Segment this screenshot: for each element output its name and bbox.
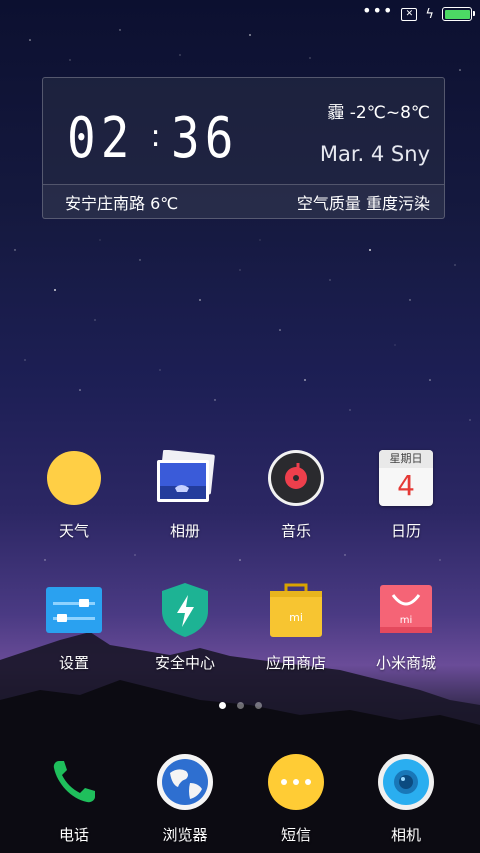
- phone-icon: [44, 752, 104, 812]
- app-music[interactable]: 音乐: [240, 448, 352, 541]
- browser-icon: [155, 752, 215, 812]
- messages-icon: [266, 752, 326, 812]
- clock-hours: 02: [67, 106, 135, 171]
- gallery-icon: [155, 448, 215, 508]
- clock-weather-widget[interactable]: 02 : 36 霾 -2℃~8℃ Mar. 4 Sny 安宁庄南路 6℃ 空气质…: [42, 77, 445, 219]
- weather-temperature[interactable]: 霾 -2℃~8℃: [327, 98, 430, 123]
- status-bar: ••• ✕ ϟ: [0, 0, 480, 28]
- mi-brand-mark: mi: [400, 615, 413, 626]
- settings-icon: [44, 580, 104, 640]
- page-dot[interactable]: [254, 702, 262, 709]
- app-label: 相册: [169, 522, 200, 540]
- app-label: 电话: [58, 826, 89, 844]
- app-security-center[interactable]: 安全中心: [129, 580, 241, 673]
- charging-icon: ϟ: [425, 6, 434, 22]
- app-label: 设置: [58, 654, 89, 672]
- battery-fill: [444, 9, 470, 19]
- calendar-weekday: 星期日: [379, 450, 433, 468]
- widget-bottom-bar: 安宁庄南路 6℃ 空气质量 重度污染: [43, 184, 444, 218]
- weather-icon: [44, 448, 104, 508]
- security-icon: [155, 580, 215, 640]
- calendar-day: 4: [397, 469, 415, 502]
- battery-icon: [442, 7, 475, 21]
- app-label: 浏览器: [162, 826, 208, 844]
- clock-colon: :: [150, 119, 161, 154]
- page-dot[interactable]: [236, 702, 244, 709]
- app-label: 日历: [390, 522, 421, 540]
- app-gallery[interactable]: 相册: [129, 448, 241, 541]
- widget-top: 02 : 36 霾 -2℃~8℃ Mar. 4 Sny: [43, 78, 444, 186]
- dock-messages[interactable]: 短信: [240, 752, 352, 845]
- clock[interactable]: 02 : 36: [67, 106, 250, 171]
- mi-brand-mark: mi: [289, 611, 303, 624]
- signal-dots-icon: •••: [362, 1, 394, 20]
- app-label: 天气: [58, 522, 89, 540]
- date-label: Mar. 4 Sny: [319, 142, 430, 166]
- dock-browser[interactable]: 浏览器: [129, 752, 241, 845]
- app-store-icon: mi: [266, 580, 326, 640]
- app-weather[interactable]: 天气: [18, 448, 130, 541]
- app-settings[interactable]: 设置: [18, 580, 130, 673]
- dock-camera[interactable]: 相机: [350, 752, 462, 845]
- app-label: 相机: [390, 826, 421, 844]
- no-sim-icon: ✕: [401, 7, 418, 21]
- location-weather[interactable]: 安宁庄南路 6℃: [65, 190, 178, 214]
- camera-icon: [376, 752, 436, 812]
- app-label: 短信: [280, 826, 311, 844]
- app-label: 安全中心: [154, 654, 215, 672]
- app-label: 音乐: [280, 522, 311, 540]
- app-calendar[interactable]: 星期日 4 日历: [350, 448, 462, 541]
- page-dot-active[interactable]: [218, 702, 226, 709]
- music-icon: [266, 448, 326, 508]
- app-mi-store[interactable]: mi 小米商城: [350, 580, 462, 673]
- app-label: 小米商城: [375, 654, 436, 672]
- clock-minutes: 36: [170, 106, 239, 171]
- mi-store-icon: mi: [376, 580, 436, 640]
- app-label: 应用商店: [265, 654, 326, 672]
- air-quality[interactable]: 空气质量 重度污染: [297, 190, 430, 214]
- app-app-store[interactable]: mi 应用商店: [240, 580, 352, 673]
- dock-phone[interactable]: 电话: [18, 752, 130, 845]
- calendar-icon: 星期日 4: [376, 448, 436, 508]
- page-indicator[interactable]: [0, 702, 480, 709]
